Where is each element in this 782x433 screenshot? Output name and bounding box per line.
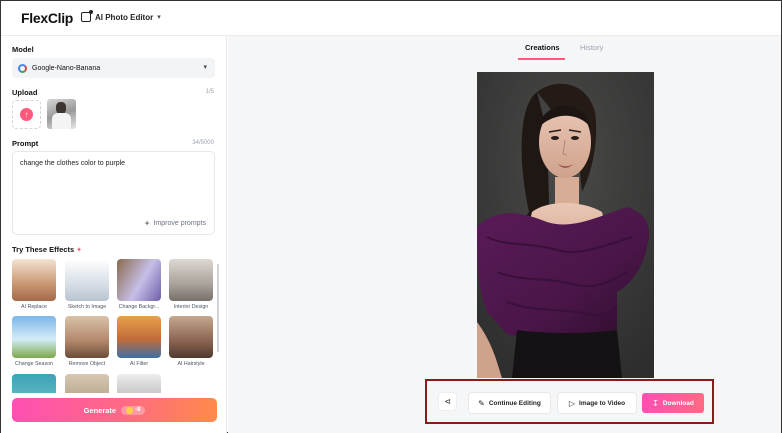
effect-thumbnail (117, 316, 161, 358)
model-select[interactable]: Google-Nano-Banana ▾ (12, 58, 215, 78)
effect-thumbnail (117, 259, 161, 301)
share-button[interactable]: ⊲ (439, 393, 456, 410)
effect-thumbnail (117, 374, 161, 393)
effect-remove-object[interactable]: Remove Object (65, 316, 109, 367)
pencil-icon: ✎ (478, 398, 485, 408)
sparkle-icon: ✦ (76, 247, 82, 254)
result-tabs: Creations History (228, 36, 781, 62)
effects-grid: AI Replace Sketch to Image Change Backgr… (12, 259, 216, 393)
main-panel: Creations History ⊲ ✎ Continue Editing ▷… (228, 36, 781, 433)
credit-cost-badge: -8 (121, 405, 146, 415)
effect-interior-design[interactable]: Interior Design (169, 259, 213, 310)
effect-thumbnail (169, 316, 213, 358)
effect-label: AI Replace (21, 304, 47, 310)
continue-editing-label: Continue Editing (488, 399, 541, 407)
effects-title: Try These Effects ✦ (12, 245, 82, 254)
effect-label: AI Filter (129, 361, 149, 367)
effect-label: Change Season (15, 361, 53, 367)
editor-menu-label: AI Photo Editor (95, 12, 154, 22)
upload-title: Upload (12, 88, 38, 97)
chevron-down-icon: ▾ (157, 14, 161, 21)
image-to-video-button[interactable]: ▷ Image to Video (558, 393, 636, 413)
effect-thumbnail (65, 316, 109, 358)
effect-item[interactable] (65, 374, 109, 393)
upload-dropzone[interactable]: ↑ (12, 100, 41, 129)
model-title: Model (12, 45, 34, 54)
download-label: Download (662, 399, 694, 407)
generate-button[interactable]: Generate -8 (12, 398, 217, 422)
effect-change-background[interactable]: Change Backgr... (117, 259, 161, 310)
effect-thumbnail (12, 374, 56, 393)
effect-label: Interior Design (173, 304, 209, 310)
effect-label: Remove Object (68, 361, 106, 367)
effect-thumbnail (65, 259, 109, 301)
tab-history[interactable]: History (580, 43, 603, 52)
photo-editor-icon (81, 10, 93, 22)
effect-thumbnail (169, 259, 213, 301)
video-icon: ▷ (568, 398, 576, 408)
left-panel: Model Google-Nano-Banana ▾ Upload 1/5 ↑ … (1, 36, 227, 433)
effect-item[interactable] (12, 374, 56, 393)
share-icon: ⊲ (444, 397, 451, 406)
upload-icon: ↑ (20, 108, 33, 121)
generated-image[interactable] (477, 72, 654, 378)
download-button[interactable]: ↧ Download (642, 393, 704, 413)
prompt-title: Prompt (12, 139, 39, 148)
portrait-illustration (477, 72, 654, 378)
effect-change-season[interactable]: Change Season (12, 316, 56, 367)
coin-icon (126, 406, 134, 414)
effect-label: AI Hairstyle (177, 361, 205, 367)
effect-ai-filter[interactable]: AI Filter (117, 316, 161, 367)
effect-ai-hairstyle[interactable]: AI Hairstyle (169, 316, 213, 367)
upload-count: 1/5 (205, 89, 214, 95)
effects-title-label: Try These Effects (12, 245, 75, 254)
image-to-video-label: Image to Video (579, 399, 626, 407)
active-tab-indicator (518, 58, 565, 60)
effect-thumbnail (65, 374, 109, 393)
tab-creations[interactable]: Creations (525, 43, 560, 52)
action-toolbar-highlight: ⊲ ✎ Continue Editing ▷ Image to Video ↧ … (425, 379, 714, 424)
prompt-input[interactable]: change the clothes color to purple ✦ Imp… (12, 151, 215, 235)
improve-prompts-button[interactable]: ✦ Improve prompts (144, 219, 206, 228)
effect-item[interactable] (117, 374, 161, 393)
prompt-text: change the clothes color to purple (20, 160, 126, 167)
magic-wand-icon: ✦ (143, 219, 151, 228)
chevron-down-icon: ▾ (203, 64, 207, 71)
model-value: Google-Nano-Banana (32, 64, 101, 72)
effect-label: Sketch to Image (67, 304, 107, 310)
google-icon (18, 63, 27, 73)
download-icon: ↧ (652, 398, 659, 408)
credit-cost-value: -8 (135, 407, 141, 413)
top-bar: FlexClip AI Photo Editor ▾ (1, 1, 781, 36)
generate-label: Generate (83, 405, 117, 415)
effects-scrollbar[interactable] (217, 264, 219, 352)
ai-photo-editor-menu[interactable]: AI Photo Editor ▾ (81, 10, 161, 22)
effect-ai-replace[interactable]: AI Replace (12, 259, 56, 310)
continue-editing-button[interactable]: ✎ Continue Editing (469, 393, 550, 413)
effect-thumbnail (12, 316, 56, 358)
improve-prompts-label: Improve prompts (153, 220, 206, 227)
flexclip-logo[interactable]: FlexClip (21, 10, 73, 26)
effect-sketch-to-image[interactable]: Sketch to Image (65, 259, 109, 310)
uploaded-image-thumbnail[interactable] (47, 99, 76, 129)
effect-label: Change Backgr... (118, 304, 160, 310)
effect-thumbnail (12, 259, 56, 301)
prompt-char-count: 34/5000 (192, 140, 214, 146)
